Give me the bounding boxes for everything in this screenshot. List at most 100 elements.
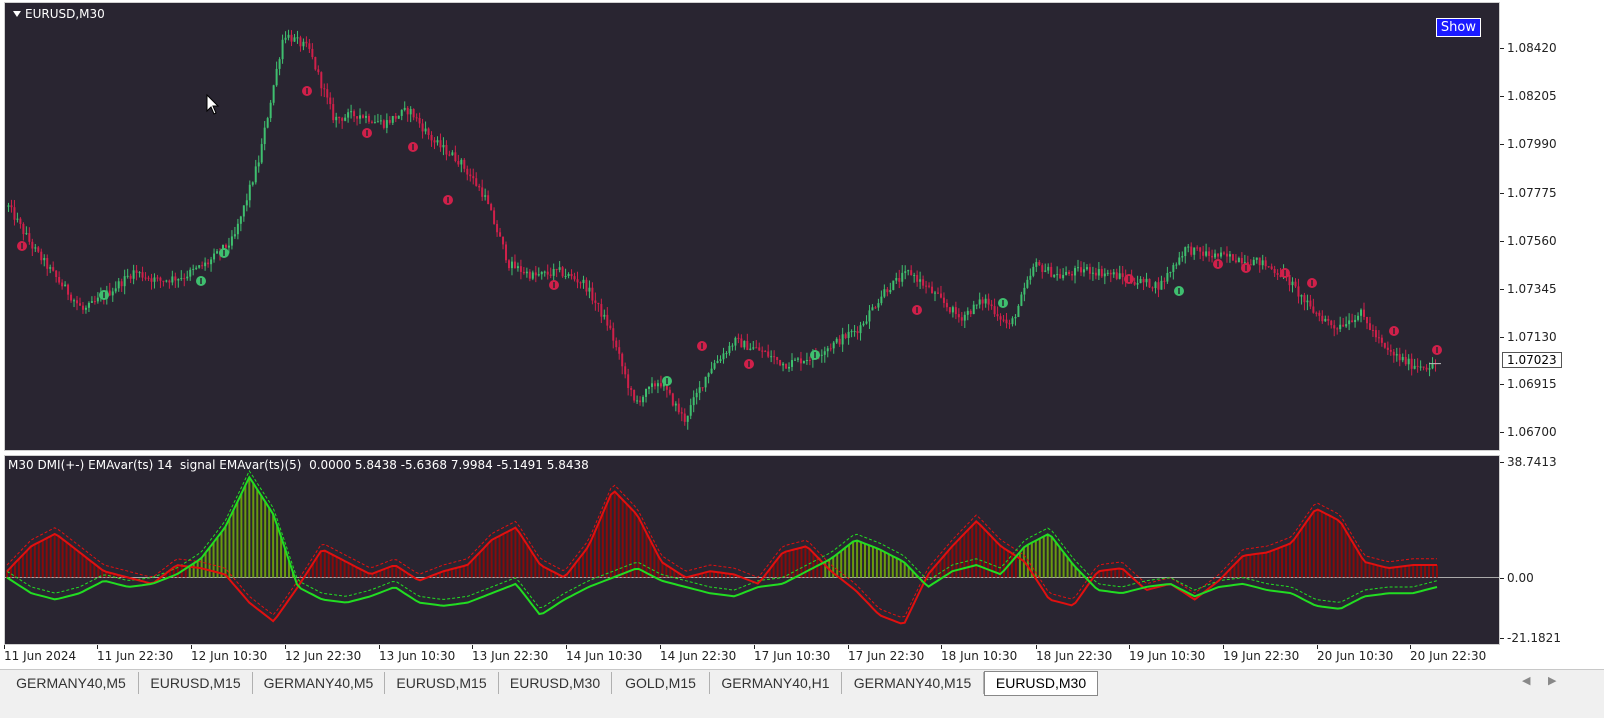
chart-tab[interactable]: GERMANY40,H1 xyxy=(710,672,842,694)
time-axis[interactable]: 11 Jun 2024 11 Jun 22:30 12 Jun 10:30 12… xyxy=(0,645,1500,668)
candle-body xyxy=(802,361,805,364)
candle-body xyxy=(397,115,400,119)
candle-body xyxy=(329,97,332,105)
candle-body xyxy=(344,117,347,121)
candle-body xyxy=(216,251,219,254)
candle-body xyxy=(534,272,537,276)
time-label: 20 Jun 22:30 xyxy=(1410,645,1487,663)
price-chart-svg[interactable] xyxy=(5,3,1499,450)
candle-body xyxy=(978,299,981,305)
candle-body xyxy=(853,331,856,333)
chart-tab[interactable]: GERMANY40,M15 xyxy=(842,672,984,694)
candle-body xyxy=(624,366,627,375)
candle-body xyxy=(829,348,832,350)
tab-scroll-right-icon[interactable]: ▶ xyxy=(1548,674,1556,687)
hist-bar-plus xyxy=(264,501,267,578)
candle-body xyxy=(942,297,945,303)
time-label: 14 Jun 10:30 xyxy=(566,645,643,663)
hist-bar-minus xyxy=(1332,517,1335,578)
candle-body xyxy=(457,161,460,165)
candle-body xyxy=(892,280,895,290)
candle-body xyxy=(1228,254,1231,257)
candle-body xyxy=(34,247,37,249)
candle-body xyxy=(367,115,370,122)
hist-bar-minus xyxy=(601,513,604,578)
candle-body xyxy=(510,261,513,269)
chart-tab[interactable]: GERMANY40,M5 xyxy=(4,672,139,694)
chart-tab[interactable]: EURUSD,M30 xyxy=(499,672,612,694)
candle-body xyxy=(1133,282,1136,285)
time-label: 19 Jun 10:30 xyxy=(1129,645,1206,663)
hist-bar-minus xyxy=(943,555,946,578)
candle-body xyxy=(749,348,752,350)
hist-bar-minus xyxy=(57,536,60,578)
candle-body xyxy=(704,376,707,388)
candle-body xyxy=(1118,273,1121,279)
hist-bar-minus xyxy=(585,548,588,578)
candle-body xyxy=(939,293,942,298)
hist-bar-minus xyxy=(1436,564,1438,578)
candle-body xyxy=(1425,367,1428,370)
time-label: 18 Jun 22:30 xyxy=(1036,645,1113,663)
indicator-scale-top: 38.7413 xyxy=(1500,455,1557,469)
candle-body xyxy=(61,282,64,287)
candle-body xyxy=(1175,264,1178,266)
candle-body xyxy=(347,112,350,118)
candle-body xyxy=(126,275,129,277)
price-scale[interactable]: 1.08420 1.08205 1.07990 1.07775 1.07560 … xyxy=(1500,2,1604,645)
hist-bar-plus xyxy=(228,518,231,578)
show-button[interactable]: Show xyxy=(1435,18,1481,37)
chart-tab[interactable]: EURUSD,M15 xyxy=(385,672,499,694)
candle-body xyxy=(919,279,922,282)
tab-scroll-left-icon[interactable]: ◀ xyxy=(1522,674,1530,687)
candle-body xyxy=(621,353,624,367)
time-label: 19 Jun 22:30 xyxy=(1223,645,1300,663)
candle-body xyxy=(96,297,99,302)
hist-bar-minus xyxy=(466,564,469,578)
hist-bar-minus xyxy=(315,557,318,578)
candle-body xyxy=(254,166,257,183)
candle-body xyxy=(671,393,674,406)
candle-body xyxy=(793,359,796,361)
candle-body xyxy=(1422,366,1425,368)
hist-bar-minus xyxy=(955,541,958,578)
candle-body xyxy=(67,284,70,295)
hist-bar-plus xyxy=(1062,552,1065,578)
candle-body xyxy=(406,107,409,115)
candle-body xyxy=(147,277,150,279)
candle-body xyxy=(1222,252,1225,254)
price-chart-pane[interactable]: EURUSD,M30 Show xyxy=(4,2,1500,451)
chart-window[interactable]: EURUSD,M30 Show M30 DMI(+-) EMAvar(ts) 1… xyxy=(0,0,1604,692)
candle-body xyxy=(284,37,287,40)
chart-tab[interactable]: EURUSD,M15 xyxy=(139,672,253,694)
candle-body xyxy=(13,207,16,220)
candle-body xyxy=(832,342,835,349)
candle-body xyxy=(326,89,329,98)
candle-body xyxy=(1020,294,1023,306)
indicator-svg[interactable] xyxy=(5,456,1499,644)
hist-bar-minus xyxy=(93,563,96,578)
candle-body xyxy=(1082,269,1085,273)
hist-bar-plus xyxy=(1066,557,1069,578)
hist-bar-plus xyxy=(1018,552,1021,578)
candle-body xyxy=(516,266,519,269)
candle-body xyxy=(552,268,555,276)
collapse-triangle-icon[interactable] xyxy=(13,11,21,17)
candle-body xyxy=(81,305,84,310)
candle-body xyxy=(600,304,603,317)
candle-body xyxy=(156,277,159,279)
indicator-pane[interactable]: M30 DMI(+-) EMAvar(ts) 14 signal EMAvar(… xyxy=(4,455,1500,645)
candle-body xyxy=(555,268,558,270)
candle-body xyxy=(1345,324,1348,327)
chart-tab-active[interactable]: EURUSD,M30 xyxy=(984,671,1098,696)
hist-bar-minus xyxy=(1110,569,1113,578)
chart-tab[interactable]: GERMANY40,M5 xyxy=(253,672,385,694)
hist-bar-plus xyxy=(236,501,239,578)
candle-body xyxy=(1330,320,1333,326)
candle-body xyxy=(123,276,126,287)
hist-bar-minus xyxy=(597,522,600,578)
candle-body xyxy=(439,140,442,148)
candle-body xyxy=(382,120,385,128)
chart-tab[interactable]: GOLD,M15 xyxy=(612,672,710,694)
hist-bar-minus xyxy=(498,535,501,578)
